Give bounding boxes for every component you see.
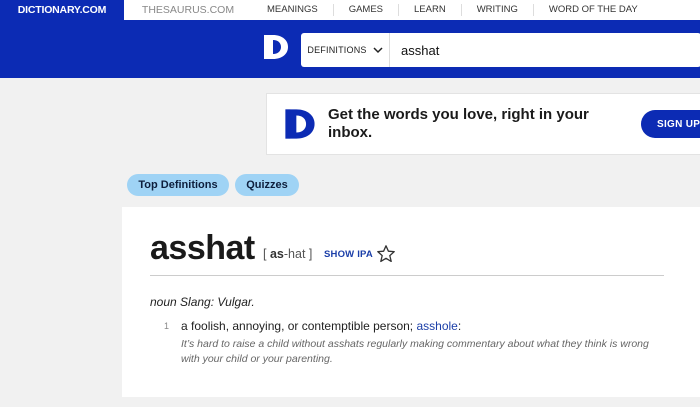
nav-link-word-of-the-day[interactable]: WORD OF THE DAY	[532, 4, 653, 16]
tab-top-definitions[interactable]: Top Definitions	[127, 174, 229, 196]
show-ipa-button[interactable]: SHOW IPA	[324, 249, 373, 260]
entry-card: asshat [ as-hat ] SHOW IPA noun Slang: V…	[122, 207, 700, 397]
search-bar: DEFINITIONS	[301, 33, 700, 67]
nav-link-learn[interactable]: LEARN	[398, 4, 461, 16]
star-icon[interactable]	[376, 244, 396, 264]
part-of-speech: noun Slang: Vulgar.	[150, 295, 255, 309]
newsletter-promo: Get the words you love, right in your in…	[266, 93, 700, 155]
chevron-down-icon	[373, 47, 383, 54]
pron-stressed: as	[269, 247, 284, 261]
definition: a foolish, annoying, or contemptible per…	[181, 319, 461, 333]
pron-open-bracket: [	[263, 247, 267, 261]
top-nav: DICTIONARY.COM THESAURUS.COM MEANINGS GA…	[0, 0, 700, 20]
headword: asshat	[150, 229, 255, 267]
pronunciation: [ as-hat ]	[263, 247, 312, 261]
definition-colon: :	[457, 319, 462, 333]
pron-close-bracket: ]	[308, 247, 313, 261]
nav-link-writing[interactable]: WRITING	[460, 4, 533, 16]
dictionary-logo-icon	[285, 109, 315, 139]
tab-quizzes[interactable]: Quizzes	[235, 174, 299, 196]
search-type-label: DEFINITIONS	[307, 45, 367, 55]
divider	[150, 275, 664, 276]
nav-links: MEANINGS GAMES LEARN WRITING WORD OF THE…	[252, 0, 653, 20]
nav-link-meanings[interactable]: MEANINGS	[252, 4, 333, 16]
example-sentence: It’s hard to raise a child without assha…	[181, 338, 649, 365]
dictionary-tab[interactable]: DICTIONARY.COM	[0, 0, 124, 20]
definition-link[interactable]: asshole	[416, 319, 457, 333]
pron-rest: -hat	[283, 247, 306, 261]
thesaurus-tab[interactable]: THESAURUS.COM	[124, 0, 252, 20]
promo-text: Get the words you love, right in your in…	[328, 106, 589, 141]
definition-text: a foolish, annoying, or contemptible per…	[181, 319, 417, 333]
sign-up-button[interactable]: SIGN UP	[641, 110, 700, 138]
definition-number: 1	[164, 321, 170, 331]
search-type-dropdown[interactable]: DEFINITIONS	[301, 33, 390, 67]
search-input[interactable]	[390, 41, 683, 59]
dictionary-logo-icon[interactable]	[262, 33, 290, 61]
nav-link-games[interactable]: GAMES	[332, 4, 398, 16]
